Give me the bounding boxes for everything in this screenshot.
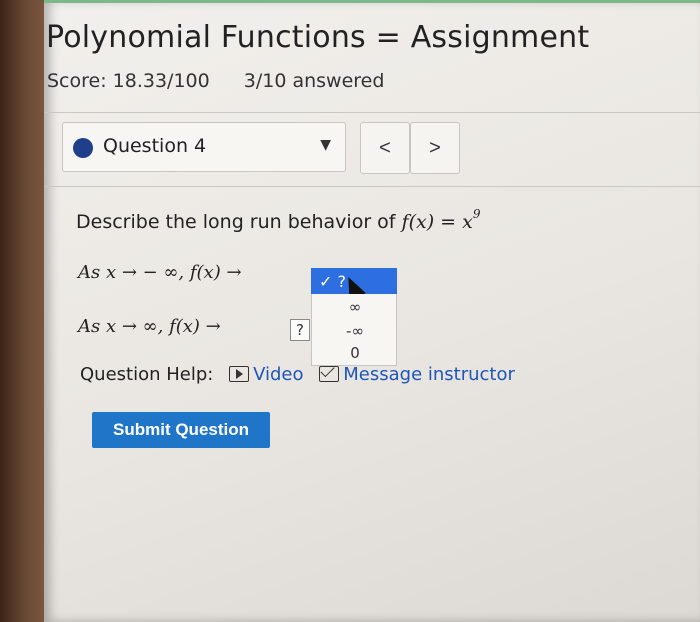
behavior-line-negative: As x → − ∞, f(x) → (78, 262, 242, 283)
next-question-button[interactable]: > (410, 122, 460, 174)
help-label: Question Help: (80, 364, 214, 385)
caret-down-icon: ▼ (320, 137, 331, 153)
answer-dropdown-positive[interactable]: ? (290, 319, 310, 341)
answer-options-list: ∞ -∞ 0 (311, 294, 397, 366)
score-row: Score: 18.33/100 3/10 answered (47, 70, 384, 92)
question-select[interactable]: Question 4 ▼ (62, 122, 346, 172)
play-video-icon (229, 366, 250, 382)
screen-bezel (0, 0, 44, 622)
browser-content: Polynomial Functions = Assignment Score:… (44, 0, 700, 622)
prompt-text: Describe the long run behavior of (76, 211, 402, 233)
submit-question-button[interactable]: Submit Question (92, 412, 270, 448)
function-expression: f(x) = x9 (401, 207, 481, 233)
option-infinity[interactable]: ∞ (312, 298, 398, 316)
answered-count: 3/10 answered (243, 70, 385, 92)
status-dot-icon (73, 138, 93, 158)
divider-top (44, 112, 700, 113)
behavior-line-positive: As x → ∞, f(x) → (78, 316, 221, 337)
question-help: Question Help: Video Message instructor (80, 364, 515, 385)
previous-question-button[interactable]: < (360, 122, 410, 174)
envelope-icon (319, 366, 340, 382)
function-exponent: 9 (472, 207, 481, 221)
score-text: Score: 18.33/100 (47, 70, 210, 92)
question-select-label: Question 4 (103, 135, 207, 157)
question-prompt: Describe the long run behavior of f(x) =… (76, 207, 480, 233)
divider-bottom (44, 186, 700, 187)
option-zero[interactable]: 0 (312, 344, 398, 362)
video-link[interactable]: Video (229, 364, 309, 385)
message-instructor-link[interactable]: Message instructor (319, 364, 515, 385)
option-negative-infinity[interactable]: -∞ (312, 322, 398, 340)
page-title: Polynomial Functions = Assignment (46, 20, 590, 55)
